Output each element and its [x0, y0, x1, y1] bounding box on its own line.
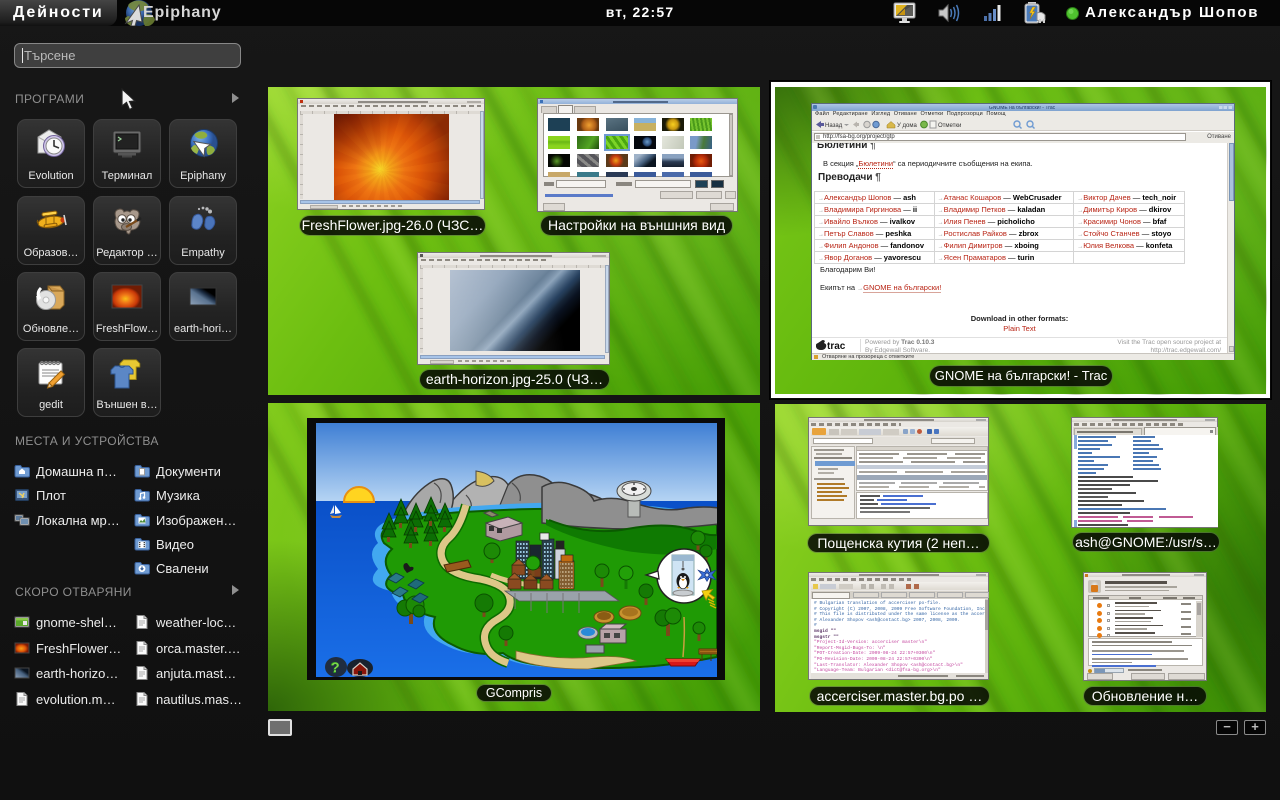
svg-text:Отметки: Отметки	[938, 123, 961, 129]
svg-text:Назад: Назад	[825, 123, 843, 129]
svg-text:?: ?	[331, 659, 340, 675]
svg-text:У дома: У дома	[897, 123, 917, 129]
svg-text:trac: trac	[827, 341, 846, 352]
